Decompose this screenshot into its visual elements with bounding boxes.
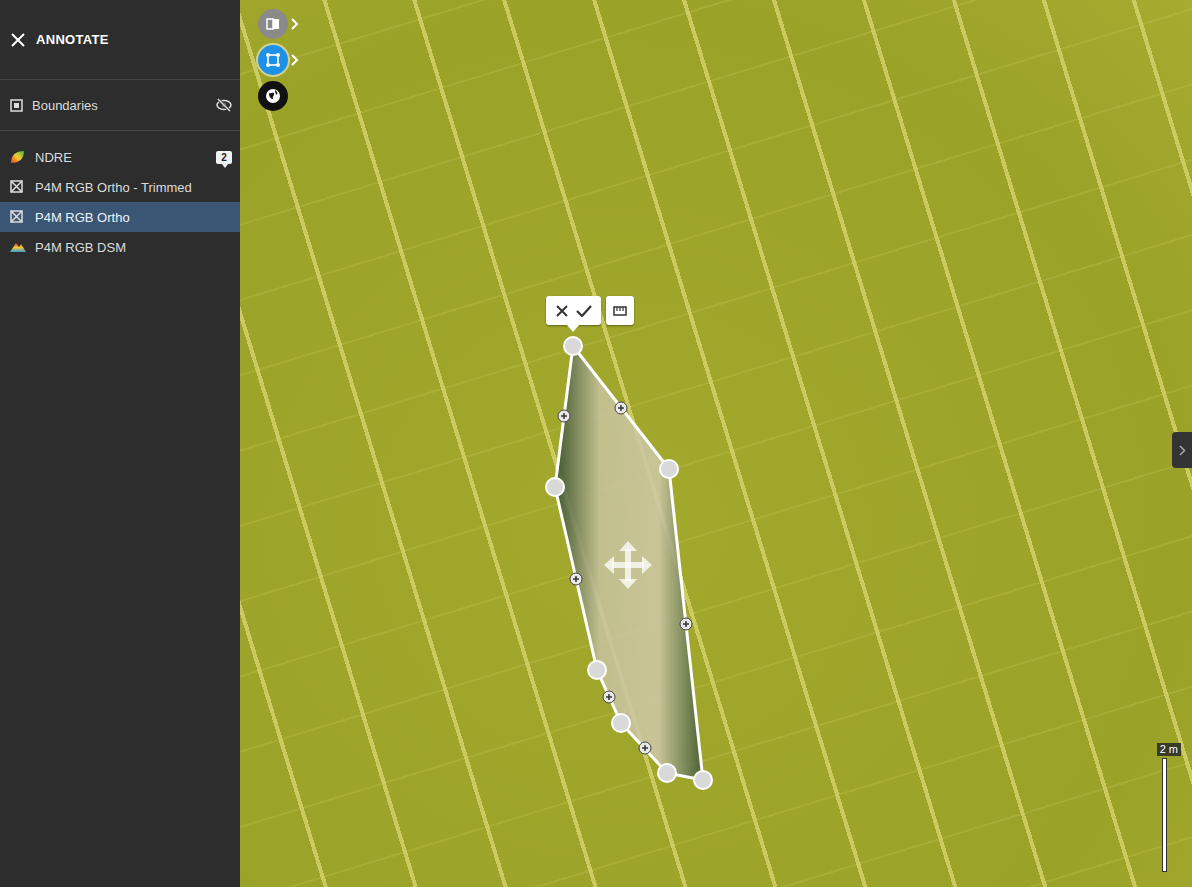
eye-off-icon[interactable] [216, 98, 232, 112]
toolbar-pointer [567, 325, 579, 332]
vertex-handle[interactable] [546, 478, 564, 496]
vertex-handle[interactable] [588, 661, 606, 679]
globe-icon [263, 86, 283, 106]
vertex-handle[interactable] [660, 460, 678, 478]
draw-tool-button[interactable] [258, 45, 288, 75]
add-vertex-icon[interactable] [639, 742, 651, 754]
cancel-icon[interactable] [556, 305, 568, 317]
add-vertex-icon[interactable] [570, 573, 582, 585]
compare-icon [263, 14, 283, 34]
ortho-icon [10, 210, 26, 224]
boundaries-label: Boundaries [32, 98, 207, 113]
add-vertex-icon[interactable] [680, 618, 692, 630]
layer-label: P4M RGB DSM [35, 240, 232, 255]
close-icon[interactable] [10, 32, 26, 48]
expand-panel-tab[interactable] [1172, 432, 1192, 468]
chevron-right-icon[interactable] [291, 18, 299, 30]
map-tool[interactable] [258, 9, 299, 39]
vertex-handle[interactable] [694, 771, 712, 789]
vertex-handle[interactable] [658, 764, 676, 782]
annotation-polygon[interactable] [240, 0, 1192, 887]
map-tool[interactable] [258, 81, 288, 111]
elevation-icon [10, 240, 26, 254]
annotation-toolbar [546, 296, 601, 325]
layer-label: P4M RGB Ortho - Trimmed [35, 180, 232, 195]
add-vertex-icon[interactable] [603, 691, 615, 703]
annotation-count-badge: 2 [216, 151, 232, 164]
layer-row[interactable]: NDRE 2 [0, 142, 240, 172]
scale-bar: 2 m [1157, 743, 1181, 872]
scale-line [1162, 758, 1167, 872]
add-vertex-icon[interactable] [558, 410, 570, 422]
polygon-tool-icon [263, 50, 283, 70]
layer-label: NDRE [35, 150, 207, 165]
panel-title: ANNOTATE [36, 32, 109, 47]
scale-label: 2 m [1157, 743, 1181, 756]
chevron-right-icon [1179, 445, 1186, 456]
layer-list: NDRE 2 P4M RGB Ortho - Trimmed P4M RGB Orth… [0, 131, 240, 262]
layer-label: P4M RGB Ortho [35, 210, 232, 225]
vertex-handle[interactable] [612, 714, 630, 732]
vertex-handle[interactable] [564, 337, 582, 355]
ortho-map[interactable]: 2 m [240, 0, 1192, 887]
add-vertex-icon[interactable] [615, 402, 627, 414]
measure-button[interactable] [606, 296, 634, 325]
confirm-icon[interactable] [576, 305, 592, 317]
boundary-icon [10, 99, 23, 112]
leaf-icon [10, 150, 26, 164]
chevron-right-icon[interactable] [291, 54, 299, 66]
layer-row[interactable]: P4M RGB DSM [0, 232, 240, 262]
sidebar-header: ANNOTATE [0, 0, 240, 80]
compare-tool-button[interactable] [258, 9, 288, 39]
layer-row[interactable]: P4M RGB Ortho - Trimmed [0, 172, 240, 202]
ruler-icon [613, 306, 627, 316]
globe-tool-button[interactable] [258, 81, 288, 111]
ortho-icon [10, 180, 26, 194]
sidebar: ANNOTATE Boundaries NDRE 2 P4M RGB Ortho - T… [0, 0, 240, 887]
layer-row[interactable]: P4M RGB Ortho [0, 202, 240, 232]
boundaries-row[interactable]: Boundaries [0, 80, 240, 131]
map-tool[interactable] [258, 45, 299, 75]
move-icon[interactable] [604, 541, 652, 589]
